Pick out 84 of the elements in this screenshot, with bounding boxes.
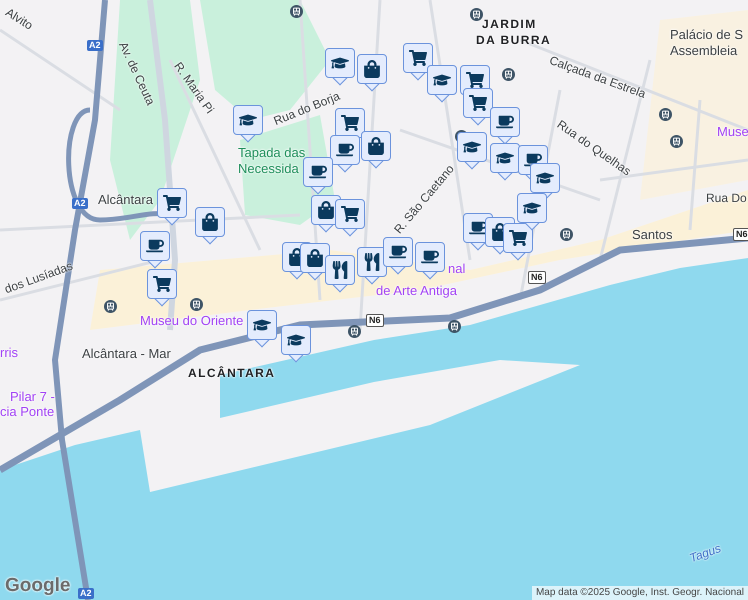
map-label: Av. de Ceuta <box>117 40 157 107</box>
map-label: Pilar 7 - <box>10 390 55 403</box>
road-shield: A2 <box>72 198 88 209</box>
tram-stop-icon <box>348 325 361 338</box>
map-label: JARDIM <box>482 18 537 30</box>
shopping-bag-icon <box>367 137 385 155</box>
map-marker[interactable] <box>300 243 330 281</box>
coffee-cup-icon <box>469 219 487 237</box>
map-label: cia Ponte <box>0 405 54 418</box>
map-label: de Arte Antiga <box>376 284 457 297</box>
map-attribution: Map data ©2025 Google, Inst. Geogr. Nacional <box>532 586 748 600</box>
map-marker[interactable] <box>457 132 487 170</box>
map-marker[interactable] <box>247 310 277 348</box>
tram-stop-icon <box>560 228 573 241</box>
map-marker[interactable] <box>415 242 445 280</box>
shopping-cart-icon <box>509 229 527 247</box>
coffee-cup-icon <box>309 163 327 181</box>
map-marker[interactable] <box>233 105 263 143</box>
road-shield: N6 <box>528 271 546 284</box>
fork-knife-icon <box>331 261 349 279</box>
coffee-cup-icon <box>496 113 514 131</box>
map-label: nal <box>448 262 466 275</box>
shopping-cart-icon <box>153 275 171 293</box>
map-marker[interactable] <box>357 247 387 285</box>
map-marker[interactable] <box>147 269 177 307</box>
tram-stop-icon <box>502 68 515 81</box>
road-shield: N6 <box>733 228 748 241</box>
map-label: Santos <box>632 228 672 241</box>
coffee-cup-icon <box>389 243 407 261</box>
coffee-cup-icon <box>421 248 439 266</box>
map-marker[interactable] <box>140 231 170 269</box>
shopping-cart-icon <box>469 94 487 112</box>
map-marker[interactable] <box>427 65 457 103</box>
map-marker[interactable] <box>383 237 413 275</box>
map-label: Palácio de S <box>670 28 743 41</box>
map-marker[interactable] <box>303 157 333 195</box>
map-label: rris <box>0 346 18 359</box>
road-shield: A2 <box>87 40 103 51</box>
map-marker[interactable] <box>490 143 520 181</box>
map-label: Alcântara - Mar <box>82 347 171 360</box>
map-label: DA BURRA <box>476 34 552 46</box>
shopping-cart-icon <box>466 71 484 89</box>
shopping-cart-icon <box>163 194 181 212</box>
map-marker[interactable] <box>325 48 355 86</box>
shopping-bag-icon <box>201 213 219 231</box>
shopping-cart-icon <box>341 205 359 223</box>
map-label: Necessida <box>238 162 299 175</box>
map-label: ALCÂNTARA <box>188 367 276 379</box>
shopping-bag-icon <box>306 249 324 267</box>
fork-knife-icon <box>363 253 381 271</box>
map-label: Tagus <box>688 542 722 564</box>
map-marker[interactable] <box>195 207 225 245</box>
coffee-cup-icon <box>146 237 164 255</box>
map-marker[interactable] <box>157 188 187 226</box>
map-marker[interactable] <box>490 107 520 145</box>
map-marker[interactable] <box>517 193 547 231</box>
map-label: Rua do Borja <box>272 90 342 128</box>
map-marker[interactable] <box>335 199 365 237</box>
tram-stop-icon <box>470 8 483 21</box>
road-shield: N6 <box>366 314 384 327</box>
map-marker[interactable] <box>403 43 433 81</box>
shopping-bag-icon <box>317 201 335 219</box>
map-label: Muse <box>717 125 748 138</box>
map-label: Assembleia <box>670 44 738 57</box>
shopping-cart-icon <box>409 49 427 67</box>
coffee-cup-icon <box>336 141 354 159</box>
map-marker[interactable] <box>330 135 360 173</box>
road-shield: A2 <box>78 588 94 599</box>
shopping-cart-icon <box>341 114 359 132</box>
map-label: Alvito <box>4 6 35 32</box>
map-marker[interactable] <box>503 223 533 261</box>
map-label: Tapada das <box>238 146 306 159</box>
shopping-bag-icon <box>363 60 381 78</box>
map-marker[interactable] <box>463 88 493 126</box>
map-label: Alcântara <box>98 193 153 206</box>
map-label: Rua Do <box>706 192 747 204</box>
map-marker[interactable] <box>361 131 391 169</box>
coffee-cup-icon <box>524 151 542 169</box>
google-logo: Google <box>5 576 70 595</box>
map-label: Museu do Oriente <box>140 314 244 327</box>
map-marker[interactable] <box>325 255 355 293</box>
map-marker[interactable] <box>357 54 387 92</box>
map-marker[interactable] <box>530 163 560 201</box>
map-marker[interactable] <box>281 325 311 363</box>
